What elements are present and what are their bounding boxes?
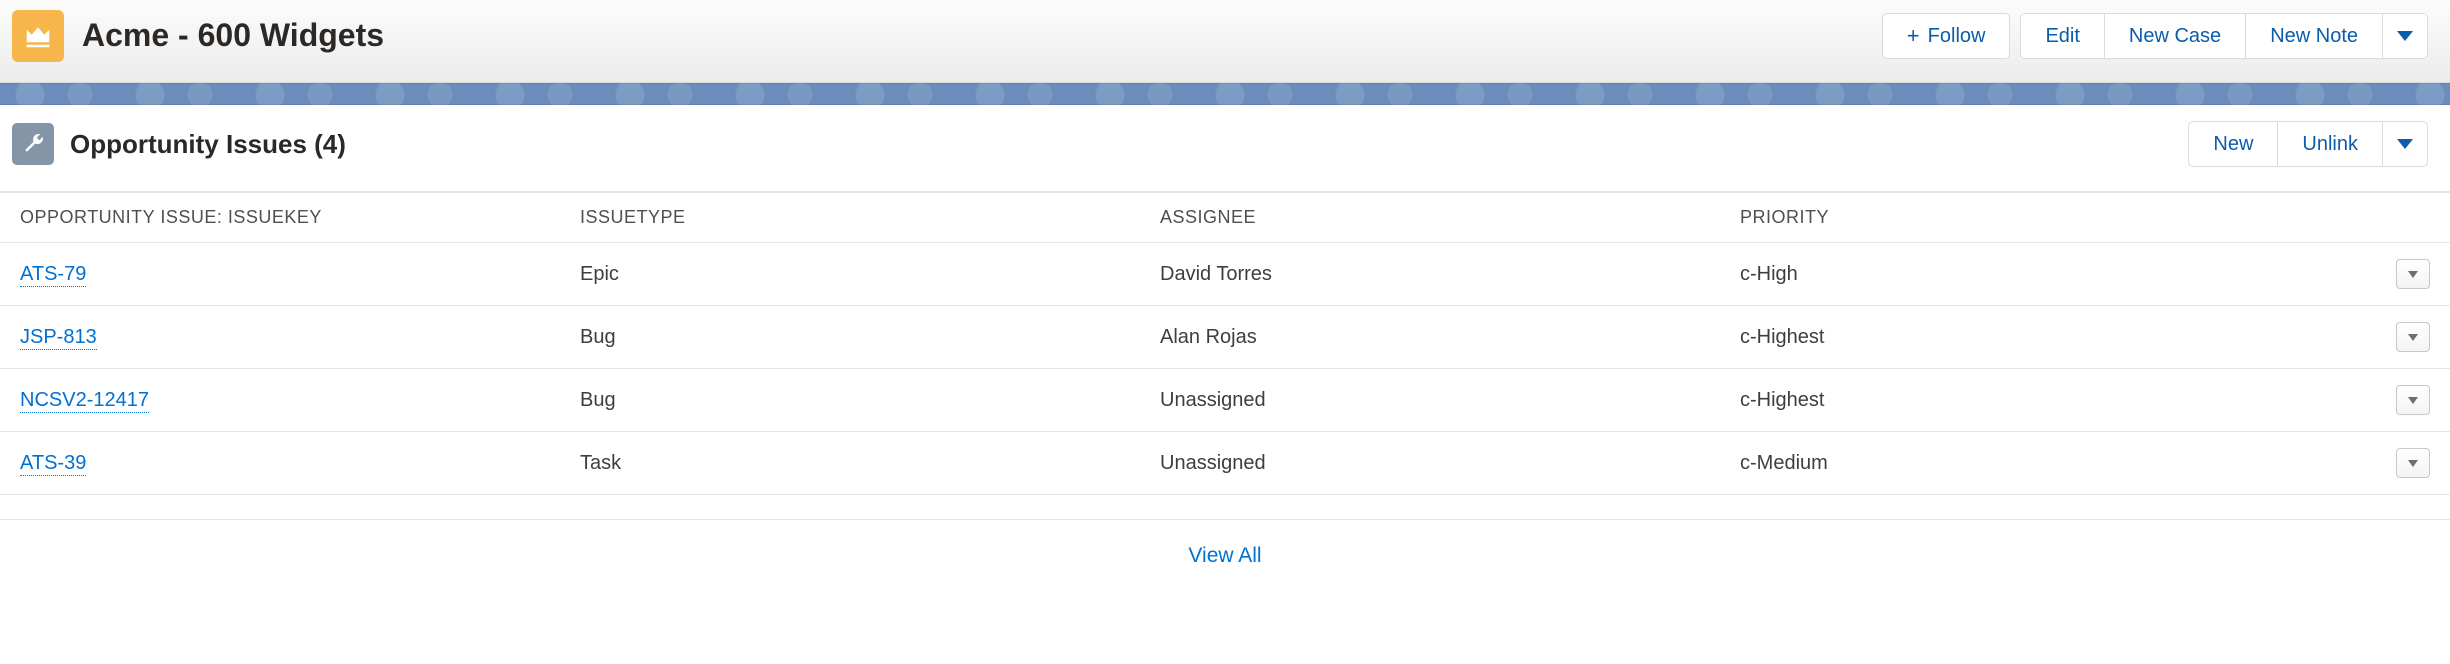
chevron-down-icon: [2408, 460, 2418, 467]
table-header-row: OPPORTUNITY ISSUE: ISSUEKEY ISSUETYPE AS…: [0, 193, 2450, 243]
panel-unlink-button[interactable]: Unlink: [2277, 121, 2383, 167]
edit-button[interactable]: Edit: [2020, 13, 2104, 59]
priority-cell: c-Highest: [1720, 306, 2360, 369]
record-header: Acme - 600 Widgets + Follow Edit New Cas…: [0, 0, 2450, 83]
issue-type-cell: Epic: [560, 243, 1140, 306]
follow-button[interactable]: + Follow: [1882, 13, 2011, 59]
column-header-issuetype[interactable]: ISSUETYPE: [560, 193, 1140, 243]
plus-icon: +: [1907, 29, 1920, 42]
header-button-group: Edit New Case New Note: [2020, 13, 2428, 59]
edit-button-label: Edit: [2045, 26, 2079, 46]
issues-table: OPPORTUNITY ISSUE: ISSUEKEY ISSUETYPE AS…: [0, 193, 2450, 495]
panel-record-icon: [12, 123, 54, 165]
new-note-button[interactable]: New Note: [2245, 13, 2383, 59]
row-actions-button[interactable]: [2396, 259, 2430, 289]
opportunity-record-icon: [12, 10, 64, 62]
panel-more-actions-button[interactable]: [2382, 121, 2428, 167]
header-actions: + Follow Edit New Case New Note: [1882, 13, 2428, 59]
panel-title: Opportunity Issues (4): [70, 129, 346, 160]
chevron-down-icon: [2397, 139, 2413, 149]
row-actions-button[interactable]: [2396, 385, 2430, 415]
panel-new-button[interactable]: New: [2188, 121, 2278, 167]
follow-button-label: Follow: [1928, 26, 1986, 46]
panel-actions: New Unlink: [2188, 121, 2428, 167]
table-row: ATS-79 EpicDavid Torresc-High: [0, 243, 2450, 306]
priority-cell: c-Medium: [1720, 432, 2360, 495]
panel-new-button-label: New: [2213, 134, 2253, 154]
pattern-divider: [0, 83, 2450, 105]
table-row: ATS-39 TaskUnassignedc-Medium: [0, 432, 2450, 495]
table-row: JSP-813 BugAlan Rojasc-Highest: [0, 306, 2450, 369]
column-header-priority[interactable]: PRIORITY: [1720, 193, 2360, 243]
new-case-button[interactable]: New Case: [2104, 13, 2246, 59]
issue-key-link[interactable]: JSP-813: [20, 326, 97, 350]
chevron-down-icon: [2397, 31, 2413, 41]
assignee-cell: David Torres: [1140, 243, 1720, 306]
issue-type-cell: Bug: [560, 306, 1140, 369]
panel-unlink-button-label: Unlink: [2302, 134, 2358, 154]
new-case-button-label: New Case: [2129, 26, 2221, 46]
chevron-down-icon: [2408, 334, 2418, 341]
issue-key-link[interactable]: ATS-39: [20, 452, 86, 476]
column-header-issuekey[interactable]: OPPORTUNITY ISSUE: ISSUEKEY: [0, 193, 560, 243]
issue-key-link[interactable]: NCSV2-12417: [20, 389, 149, 413]
crown-icon: [23, 21, 53, 51]
wrench-icon: [21, 132, 45, 156]
header-more-actions-button[interactable]: [2382, 13, 2428, 59]
priority-cell: c-High: [1720, 243, 2360, 306]
row-actions-button[interactable]: [2396, 448, 2430, 478]
table-row: NCSV2-12417 BugUnassignedc-Highest: [0, 369, 2450, 432]
issue-type-cell: Bug: [560, 369, 1140, 432]
view-all-wrap: View All: [0, 519, 2450, 608]
priority-cell: c-Highest: [1720, 369, 2360, 432]
assignee-cell: Alan Rojas: [1140, 306, 1720, 369]
column-header-assignee[interactable]: ASSIGNEE: [1140, 193, 1720, 243]
panel-header: Opportunity Issues (4) New Unlink: [0, 105, 2450, 193]
row-actions-button[interactable]: [2396, 322, 2430, 352]
view-all-link[interactable]: View All: [1188, 544, 1261, 567]
assignee-cell: Unassigned: [1140, 369, 1720, 432]
page-title: Acme - 600 Widgets: [82, 18, 384, 53]
assignee-cell: Unassigned: [1140, 432, 1720, 495]
issue-type-cell: Task: [560, 432, 1140, 495]
new-note-button-label: New Note: [2270, 26, 2358, 46]
related-list-panel: Opportunity Issues (4) New Unlink OPPORT…: [0, 105, 2450, 608]
chevron-down-icon: [2408, 271, 2418, 278]
chevron-down-icon: [2408, 397, 2418, 404]
issue-key-link[interactable]: ATS-79: [20, 263, 86, 287]
